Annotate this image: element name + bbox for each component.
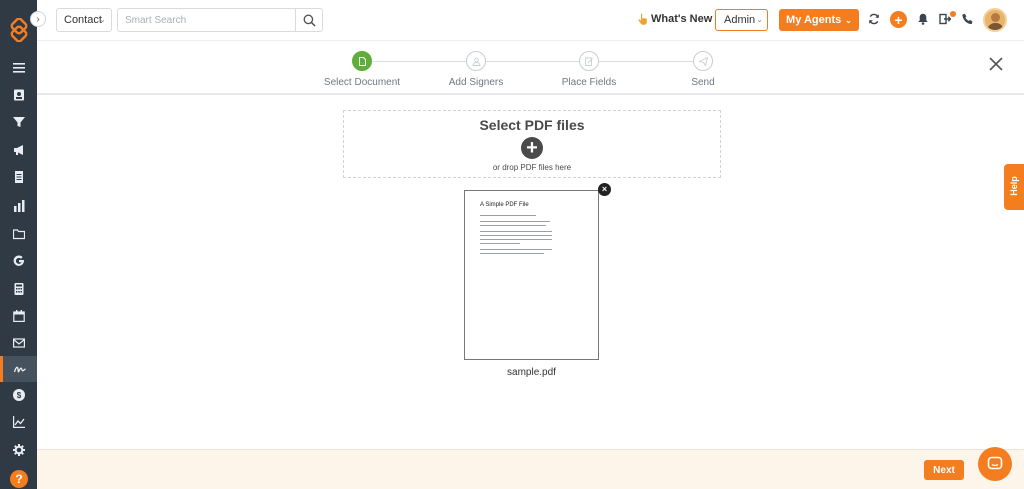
funnel-icon[interactable]: [0, 109, 37, 135]
pdf-preview-title: A Simple PDF File: [480, 202, 529, 208]
step-place-fields[interactable]: Place Fields: [539, 51, 639, 88]
dollar-icon[interactable]: $: [0, 382, 37, 408]
google-icon[interactable]: [0, 248, 37, 274]
my-agents-label: My Agents: [786, 14, 842, 26]
pdf-preview-line: [480, 249, 552, 250]
paper-plane-icon: [693, 51, 713, 71]
step-send[interactable]: Send: [653, 51, 753, 88]
add-new-button[interactable]: +: [890, 11, 907, 28]
list-icon[interactable]: [0, 55, 37, 81]
bar-chart-icon[interactable]: [0, 193, 37, 219]
search-button[interactable]: [295, 8, 323, 32]
search-input[interactable]: Smart Search: [117, 8, 295, 32]
pdf-preview-line: [480, 235, 552, 236]
sidebar: $ ?: [0, 0, 37, 489]
remove-file-button[interactable]: ×: [598, 183, 611, 196]
contact-dropdown[interactable]: Contact ⌄: [56, 8, 112, 32]
step-select-document[interactable]: Select Document: [312, 51, 412, 88]
whats-new-label: What's New: [651, 13, 713, 25]
add-file-icon[interactable]: +: [521, 137, 543, 159]
chevron-down-icon: ⌄: [845, 15, 852, 25]
pdf-preview-line: [480, 221, 550, 222]
pdf-preview-card[interactable]: A Simple PDF File: [464, 190, 599, 360]
pdf-preview-line: [480, 243, 520, 244]
pdf-preview-line: [480, 239, 552, 240]
pdf-drop-zone[interactable]: Select PDF files + or drop PDF files her…: [343, 110, 721, 178]
whats-new-link[interactable]: What's New: [637, 13, 712, 25]
document-icon[interactable]: [0, 164, 37, 190]
sidebar-collapse-button[interactable]: ›: [30, 11, 46, 27]
line-chart-icon[interactable]: [0, 409, 37, 435]
footer-bar: Next: [37, 449, 1024, 489]
folder-icon[interactable]: [0, 221, 37, 247]
notification-dot: [950, 11, 956, 17]
close-icon[interactable]: [987, 55, 1005, 73]
file-name: sample.pdf: [507, 367, 556, 378]
pdf-preview-line: [480, 253, 544, 254]
drop-zone-hint: or drop PDF files here: [492, 163, 572, 172]
search-icon: [303, 14, 316, 27]
bell-icon[interactable]: [916, 12, 930, 26]
admin-dropdown[interactable]: Admin ⌄: [715, 9, 768, 31]
chat-icon[interactable]: [978, 447, 1012, 481]
calculator-icon[interactable]: [0, 276, 37, 302]
refresh-icon[interactable]: [867, 12, 881, 26]
help-tab-label: Help: [1009, 176, 1019, 196]
top-bar: Contact ⌄ Smart Search What's New Admin …: [37, 0, 1024, 41]
step-add-signers[interactable]: Add Signers: [426, 51, 526, 88]
pdf-preview-line: [480, 215, 536, 216]
phone-icon[interactable]: [961, 12, 975, 26]
megaphone-icon[interactable]: [0, 137, 37, 163]
signature-icon[interactable]: [0, 356, 37, 382]
step-label: Add Signers: [448, 77, 504, 88]
pdf-preview-line: [480, 231, 552, 232]
admin-dropdown-label: Admin: [724, 14, 756, 26]
chevron-down-icon: ⌄: [99, 15, 106, 24]
user-icon: [466, 51, 486, 71]
gear-icon[interactable]: [0, 437, 37, 463]
brand-logo[interactable]: [7, 17, 31, 43]
calendar-icon[interactable]: [0, 303, 37, 329]
help-circle-icon[interactable]: ?: [10, 470, 28, 488]
my-agents-button[interactable]: My Agents ⌄: [779, 9, 859, 31]
hand-pointer-icon: [638, 13, 647, 25]
drop-zone-title: Select PDF files: [479, 117, 585, 133]
chevron-down-icon: ⌄: [756, 15, 763, 24]
next-button[interactable]: Next: [924, 460, 964, 480]
step-label: Place Fields: [561, 77, 617, 88]
help-tab[interactable]: Help: [1004, 164, 1024, 210]
pdf-preview-line: [480, 225, 546, 226]
contact-card-icon[interactable]: [0, 82, 37, 108]
svg-text:$: $: [16, 391, 21, 400]
step-label: Select Document: [323, 77, 401, 88]
contact-dropdown-label: Contact: [64, 14, 102, 26]
step-label: Send: [691, 77, 715, 88]
stepper: Select Document Add Signers Place Fields…: [37, 41, 1024, 95]
document-icon: [352, 51, 372, 71]
edit-icon: [579, 51, 599, 71]
mail-icon[interactable]: [0, 330, 37, 356]
avatar[interactable]: [983, 8, 1007, 32]
